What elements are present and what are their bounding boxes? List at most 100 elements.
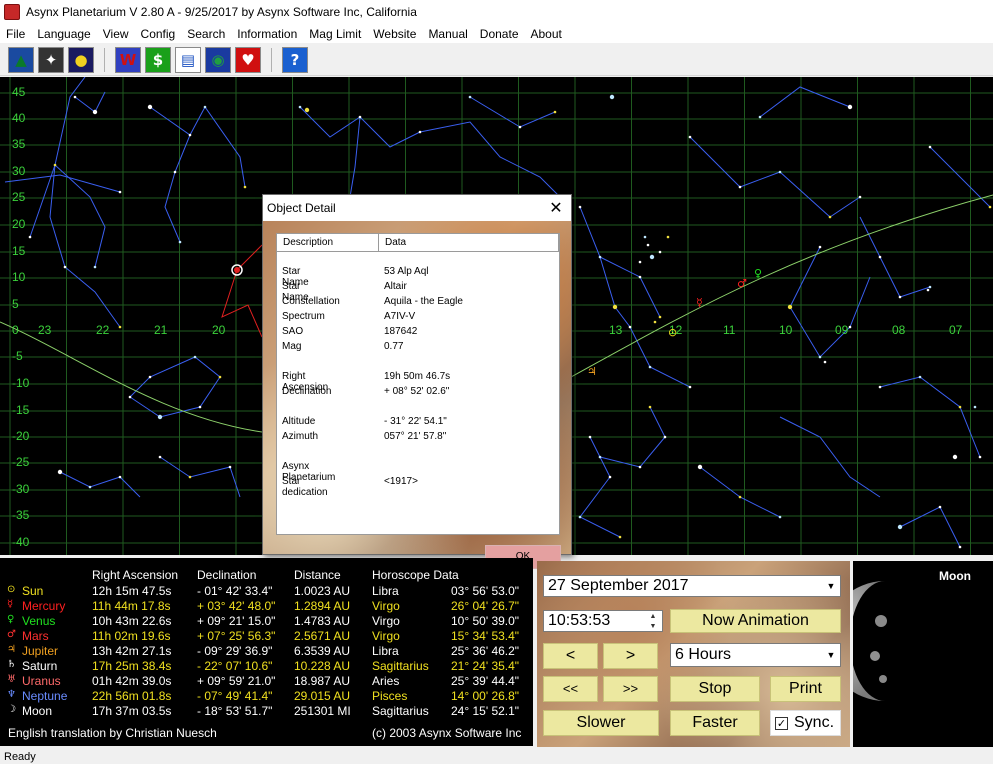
landscape-button[interactable]: ▲ xyxy=(8,46,34,73)
spin-down-icon[interactable]: ▼ xyxy=(646,622,660,632)
star xyxy=(648,405,652,409)
planet-ra-cell: 01h 42m 39.0s xyxy=(92,674,172,688)
mars-symbol[interactable]: ♂ xyxy=(737,277,747,290)
star xyxy=(588,435,592,439)
menu-file[interactable]: File xyxy=(0,27,31,41)
menu-donate[interactable]: Donate xyxy=(474,27,525,41)
declination-label: 40 xyxy=(12,111,26,125)
fast-forward-button[interactable]: >> xyxy=(603,676,658,702)
menu-config[interactable]: Config xyxy=(135,27,182,41)
step-forward-button[interactable]: > xyxy=(603,643,658,669)
star xyxy=(898,295,902,299)
star xyxy=(628,325,632,329)
jupiter-symbol[interactable]: ♃ xyxy=(587,365,597,378)
menu-manual[interactable]: Manual xyxy=(422,27,473,41)
interval-dropdown[interactable]: 6 Hours ▼ xyxy=(670,643,841,667)
planet-name[interactable]: Sun xyxy=(22,584,43,598)
star xyxy=(638,260,642,264)
sync-checkbox[interactable]: ✓ Sync. xyxy=(770,710,841,736)
fast-back-button[interactable]: << xyxy=(543,676,598,702)
menu-about[interactable]: About xyxy=(525,27,568,41)
star xyxy=(304,107,310,113)
column-header-data[interactable]: Data xyxy=(379,234,559,252)
faster-button[interactable]: Faster xyxy=(670,710,760,736)
planet-name[interactable]: Mercury xyxy=(22,599,65,613)
constellation-button[interactable]: ✦ xyxy=(38,46,64,73)
donate-button[interactable]: $ xyxy=(145,46,171,73)
now-animation-button[interactable]: Now Animation xyxy=(670,609,841,633)
help-button[interactable]: ? xyxy=(282,46,308,73)
step-back-button[interactable]: < xyxy=(543,643,598,669)
star xyxy=(28,235,32,239)
heart-button[interactable]: ♥ xyxy=(235,46,261,73)
planet-name[interactable]: Saturn xyxy=(22,659,57,673)
planet-name[interactable]: Mars xyxy=(22,629,49,643)
star xyxy=(663,435,667,439)
planet-dist-cell: 18.987 AU xyxy=(294,674,351,688)
detail-value: + 08° 52' 02.6" xyxy=(384,386,450,397)
star xyxy=(658,250,662,254)
star xyxy=(553,110,557,114)
ecliptic-line xyxy=(0,321,263,433)
document-button[interactable]: ▤ xyxy=(175,46,201,73)
star xyxy=(118,190,122,194)
status-bar: Ready xyxy=(0,748,993,764)
planet-symbol-icon: ⊙ xyxy=(7,584,16,595)
detail-label: Mag xyxy=(282,341,302,352)
menu-information[interactable]: Information xyxy=(231,27,303,41)
toolbar-separator xyxy=(271,47,272,72)
menu-website[interactable]: Website xyxy=(367,27,422,41)
close-icon[interactable]: ✕ xyxy=(545,198,567,218)
date-dropdown[interactable]: 27 September 2017 ▼ xyxy=(543,575,841,597)
planet-name[interactable]: Jupiter xyxy=(22,644,58,658)
planet-symbol-icon: ♅ xyxy=(7,674,16,685)
star xyxy=(578,205,582,209)
star xyxy=(578,515,582,519)
heart-icon: ♥ xyxy=(241,50,255,69)
header-declination: Declination xyxy=(197,568,257,582)
date-value: 27 September 2017 xyxy=(548,577,689,594)
header-right-ascension: Right Ascension xyxy=(92,568,179,582)
stop-button[interactable]: Stop xyxy=(670,676,760,702)
star xyxy=(818,245,822,249)
planet-table: Right Ascension Declination Distance Hor… xyxy=(0,558,533,746)
venus-symbol[interactable]: ♀ xyxy=(754,267,762,280)
time-input[interactable]: 10:53:53 ▲ ▼ xyxy=(543,610,663,632)
slower-button[interactable]: Slower xyxy=(543,710,659,736)
planet-pos-cell: 26° 04' 26.7" xyxy=(451,599,520,613)
planet-name[interactable]: Venus xyxy=(22,614,55,628)
planet-ra-cell: 11h 02m 19.6s xyxy=(92,629,171,643)
planet-name[interactable]: Moon xyxy=(22,704,52,718)
star xyxy=(778,170,782,174)
time-value: 10:53:53 xyxy=(548,612,611,629)
right-ascension-label: 08 xyxy=(892,323,906,337)
sun-symbol[interactable]: ⊙ xyxy=(668,326,677,339)
star xyxy=(858,195,862,199)
planets-button[interactable]: ● xyxy=(68,46,94,73)
right-ascension-label: 13 xyxy=(609,323,623,337)
planet-name[interactable]: Uranus xyxy=(22,674,61,688)
menu-language[interactable]: Language xyxy=(31,27,96,41)
star xyxy=(978,455,982,459)
planet-name[interactable]: Neptune xyxy=(22,689,67,703)
menu-search[interactable]: Search xyxy=(181,27,231,41)
star xyxy=(608,475,612,479)
mercury-symbol[interactable]: ☿ xyxy=(696,296,703,309)
print-button[interactable]: Print xyxy=(770,676,841,702)
help-icon: ? xyxy=(290,50,300,69)
menu-view[interactable]: View xyxy=(97,27,135,41)
star xyxy=(818,355,822,359)
menu-mag-limit[interactable]: Mag Limit xyxy=(303,27,367,41)
altair-star[interactable] xyxy=(234,267,240,273)
star xyxy=(828,215,832,219)
star xyxy=(118,475,122,479)
star xyxy=(173,170,177,174)
planet-pos-cell: 10° 50' 39.0" xyxy=(451,614,520,628)
spin-up-icon[interactable]: ▲ xyxy=(646,612,660,622)
declination-label: 15 xyxy=(12,244,26,258)
column-header-description[interactable]: Description xyxy=(277,234,379,252)
globe-button[interactable]: ◉ xyxy=(205,46,231,73)
planet-pos-cell: 14° 00' 26.8" xyxy=(451,689,520,703)
w-button[interactable]: W xyxy=(115,46,141,73)
declination-label: -25 xyxy=(12,455,30,469)
